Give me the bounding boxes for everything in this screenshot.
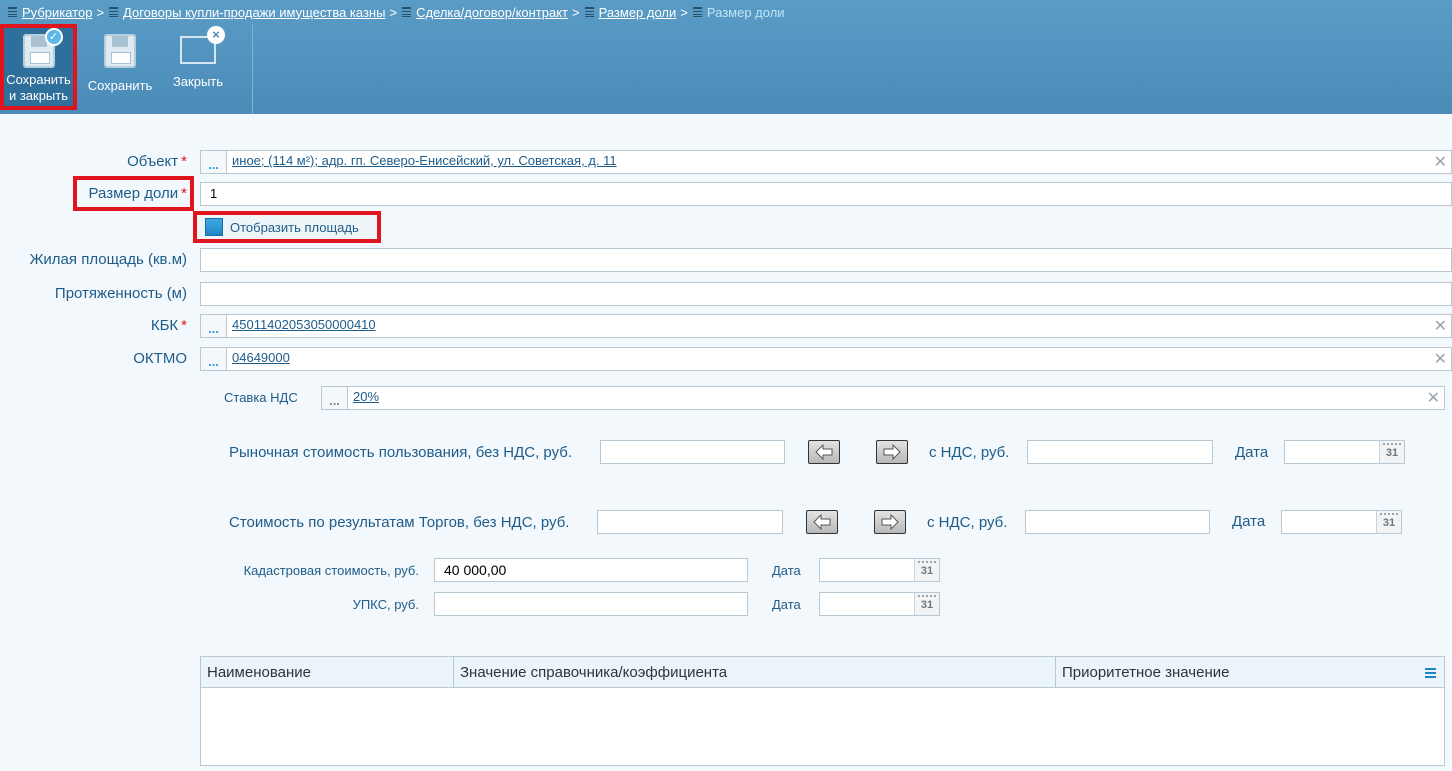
- object-label: Объект *: [127, 153, 187, 170]
- market-cost-input[interactable]: [600, 440, 785, 464]
- clear-icon[interactable]: ✕: [1427, 388, 1440, 408]
- auction-vat-input[interactable]: [1025, 510, 1210, 534]
- vat-rate-label: Ставка НДС: [224, 390, 298, 405]
- save-and-close-label-1: Сохранить: [6, 72, 71, 87]
- arrow-left-icon: [815, 444, 833, 460]
- breadcrumb-current: Размер доли: [706, 4, 785, 20]
- upks-input[interactable]: [434, 592, 748, 616]
- market-date-input[interactable]: 31: [1284, 440, 1405, 464]
- calendar-icon[interactable]: 31: [914, 559, 939, 581]
- table-header: Наименование Значение справочника/коэффи…: [201, 657, 1444, 688]
- toolbar-divider: [252, 24, 253, 114]
- floppy-icon: ✓: [22, 28, 63, 68]
- list-icon: [584, 7, 594, 17]
- arrow-left-button[interactable]: [806, 510, 838, 534]
- arrow-right-button[interactable]: [876, 440, 908, 464]
- length-label: Протяженность (м): [54, 285, 187, 302]
- length-input[interactable]: [200, 282, 1452, 306]
- auction-date-input[interactable]: 31: [1281, 510, 1402, 534]
- save-label: Сохранить: [87, 78, 153, 93]
- upks-date-label: Дата: [772, 597, 801, 612]
- breadcrumb-deal[interactable]: Сделка/договор/контракт: [416, 5, 568, 20]
- column-header-priority[interactable]: Приоритетное значение: [1056, 657, 1444, 688]
- column-header-value[interactable]: Значение справочника/коэффициента: [454, 657, 1056, 688]
- breadcrumb-share-size[interactable]: Размер доли: [599, 5, 677, 20]
- object-value[interactable]: иное; (114 м²); адр. гп. Северо-Енисейск…: [232, 153, 617, 168]
- breadcrumb-separator: >: [96, 4, 105, 20]
- check-icon: ✓: [44, 28, 63, 46]
- close-button[interactable]: × Закрыть: [165, 24, 231, 110]
- show-area-label: Отобразить площадь: [230, 219, 359, 235]
- market-cost-label: Рыночная стоимость пользования, без НДС,…: [229, 444, 573, 461]
- checkbox-icon: [205, 218, 223, 236]
- share-size-input[interactable]: 1: [200, 182, 1452, 206]
- close-label: Закрыть: [172, 74, 224, 89]
- list-icon: [692, 7, 702, 17]
- arrow-left-icon: [813, 514, 831, 530]
- breadcrumb-separator: >: [389, 4, 398, 20]
- market-vat-label: с НДС, руб.: [929, 444, 1010, 461]
- floppy-icon: [104, 34, 136, 68]
- arrow-right-icon: [881, 514, 899, 530]
- save-and-close-button[interactable]: ✓ Сохранить и закрыть: [0, 24, 77, 110]
- list-icon: [109, 7, 119, 17]
- save-button[interactable]: Сохранить: [84, 24, 156, 110]
- arrow-right-icon: [883, 444, 901, 460]
- breadcrumb: Рубрикатор > Договоры купли-продажи имущ…: [8, 3, 785, 21]
- share-size-label: Размер доли *: [88, 185, 187, 202]
- arrow-left-button[interactable]: [808, 440, 840, 464]
- cadastral-date-label: Дата: [772, 563, 801, 578]
- oktmo-lookup[interactable]: ... 04649000 ✕: [200, 347, 1452, 371]
- kbk-value[interactable]: 45011402053050000410: [232, 317, 376, 332]
- oktmo-value[interactable]: 04649000: [232, 350, 290, 365]
- breadcrumb-separator: >: [572, 4, 580, 20]
- calendar-icon[interactable]: 31: [914, 593, 939, 615]
- breadcrumb-separator: >: [680, 4, 688, 20]
- upks-date-input[interactable]: 31: [819, 592, 940, 616]
- column-header-name[interactable]: Наименование: [201, 657, 454, 688]
- select-dots-button[interactable]: ...: [322, 387, 348, 409]
- living-area-label: Жилая площадь (кв.м): [29, 251, 187, 268]
- cadastral-cost-input[interactable]: 40 000,00: [434, 558, 748, 582]
- select-dots-button[interactable]: ...: [201, 151, 227, 173]
- object-lookup[interactable]: ... иное; (114 м²); адр. гп. Северо-Енис…: [200, 150, 1452, 174]
- market-date-label: Дата: [1235, 444, 1269, 461]
- column-menu-icon[interactable]: [1425, 668, 1436, 678]
- breadcrumb-rubricator[interactable]: Рубрикатор: [22, 5, 92, 20]
- kbk-lookup[interactable]: ... 45011402053050000410 ✕: [200, 314, 1452, 338]
- clear-icon[interactable]: ✕: [1434, 349, 1447, 369]
- list-icon: [8, 7, 17, 17]
- auction-date-label: Дата: [1232, 513, 1266, 530]
- save-and-close-label-2: и закрыть: [8, 88, 69, 103]
- calendar-icon[interactable]: 31: [1376, 511, 1401, 533]
- coefficients-table: Наименование Значение справочника/коэффи…: [200, 656, 1445, 766]
- cadastral-cost-label: Кадастровая стоимость, руб.: [243, 563, 419, 578]
- select-dots-button[interactable]: ...: [201, 315, 227, 337]
- auction-vat-label: с НДС, руб.: [927, 514, 1008, 531]
- oktmo-label: ОКТМО: [133, 350, 187, 367]
- show-area-checkbox[interactable]: Отобразить площадь: [193, 211, 381, 243]
- upks-label: УПКС, руб.: [352, 597, 419, 612]
- select-dots-button[interactable]: ...: [201, 348, 227, 370]
- auction-cost-label: Стоимость по результатам Торгов, без НДС…: [229, 514, 570, 531]
- living-area-input[interactable]: [200, 248, 1452, 272]
- auction-cost-input[interactable]: [597, 510, 783, 534]
- clear-icon[interactable]: ✕: [1434, 152, 1447, 172]
- printer-icon: [402, 7, 412, 17]
- vat-rate-value[interactable]: 20%: [353, 389, 379, 404]
- arrow-right-button[interactable]: [874, 510, 906, 534]
- vat-rate-lookup[interactable]: ... 20% ✕: [321, 386, 1445, 410]
- close-window-icon: ×: [180, 26, 225, 64]
- breadcrumb-contracts[interactable]: Договоры купли-продажи имущества казны: [123, 5, 385, 20]
- market-vat-input[interactable]: [1027, 440, 1213, 464]
- cadastral-date-input[interactable]: 31: [819, 558, 940, 582]
- header: Рубрикатор > Договоры купли-продажи имущ…: [0, 0, 1452, 114]
- calendar-icon[interactable]: 31: [1379, 441, 1404, 463]
- close-icon: ×: [207, 26, 225, 44]
- kbk-label: КБК *: [150, 317, 187, 334]
- clear-icon[interactable]: ✕: [1434, 316, 1447, 336]
